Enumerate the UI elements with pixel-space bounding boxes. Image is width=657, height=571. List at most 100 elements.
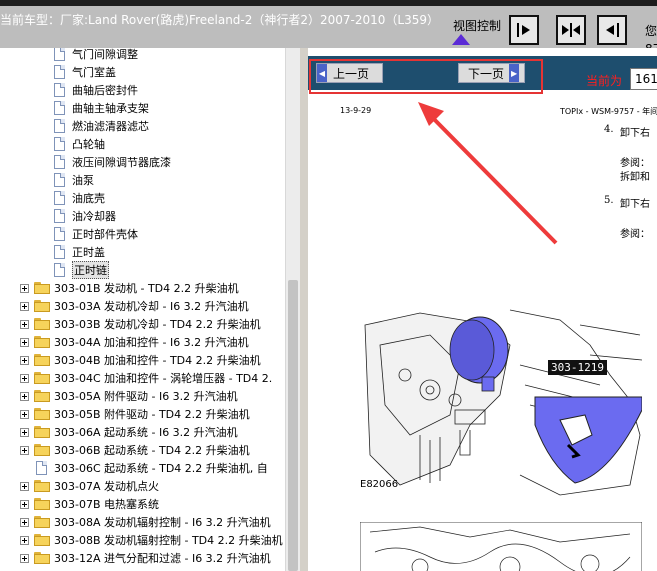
expand-icon[interactable]	[20, 319, 29, 329]
view-right-pane-button[interactable]	[509, 15, 539, 45]
tree-item[interactable]: 油底壳	[54, 189, 105, 207]
tree-item-label: 303-04C 加油和控件 - 涡轮增压器 - TD4 2.	[54, 372, 273, 385]
document-icon	[36, 461, 47, 475]
expand-icon[interactable]	[20, 535, 29, 545]
step-4-ref-text: 拆卸和	[620, 172, 650, 183]
tree-item[interactable]: 303-06A 起动系统 - I6 3.2 升汽油机	[20, 423, 238, 441]
tree-item[interactable]: 303-04C 加油和控件 - 涡轮增压器 - TD4 2.	[20, 369, 272, 387]
folder-icon	[34, 444, 50, 456]
tree-item-label: 液压间隙调节器底漆	[72, 156, 171, 169]
tree-item[interactable]: 正时部件壳体	[54, 225, 138, 243]
tree-item[interactable]: 燃油滤清器滤芯	[54, 117, 149, 135]
figure-callout-tag: 303-1219	[548, 360, 607, 375]
expand-icon[interactable]	[20, 427, 29, 437]
folder-icon	[34, 300, 50, 312]
tree-item-label: 303-05B 附件驱动 - TD4 2.2 升柴油机	[54, 408, 250, 421]
tree-item[interactable]: 303-03A 发动机冷却 - I6 3.2 升汽油机	[20, 297, 249, 315]
step-5-text: 卸下右	[620, 199, 650, 210]
expand-icon[interactable]	[20, 283, 29, 293]
expand-icon[interactable]	[20, 499, 29, 509]
tree-item-label: 303-05A 附件驱动 - I6 3.2 升汽油机	[54, 390, 238, 403]
tree-item[interactable]: 303-07B 电热塞系统	[20, 495, 159, 513]
folder-icon	[34, 390, 50, 402]
tree-item[interactable]: 303-04A 加油和控件 - I6 3.2 升汽油机	[20, 333, 249, 351]
folder-icon	[34, 318, 50, 330]
tree-item[interactable]: 303-07A 发动机点火	[20, 477, 159, 495]
page-icon	[54, 155, 65, 169]
tree-item-label: 凸轮轴	[72, 138, 105, 151]
folder-icon	[34, 534, 50, 546]
folder-icon	[34, 498, 50, 510]
view-left-pane-button[interactable]	[597, 15, 627, 45]
tree-item-label: 油底壳	[72, 192, 105, 205]
tree-item[interactable]: 油冷却器	[54, 207, 116, 225]
pane-divider[interactable]	[300, 48, 308, 571]
expand-icon[interactable]	[20, 445, 29, 455]
tree-item-label: 303-03A 发动机冷却 - I6 3.2 升汽油机	[54, 300, 249, 313]
step-4-text: 卸下右	[620, 128, 650, 139]
second-figure-partial	[360, 522, 642, 571]
view-control-arrow-icon	[452, 34, 470, 45]
doc-header-date: 13-9-29	[340, 106, 372, 115]
engine-figure	[360, 305, 642, 501]
tree-item[interactable]: 正时盖	[54, 243, 105, 261]
expand-icon[interactable]	[20, 355, 29, 365]
tree-item[interactable]: 303-12A 进气分配和过滤 - I6 3.2 升汽油机	[20, 549, 271, 567]
doc-header-title: TOPIx - WSM-9757 - 年间	[560, 107, 657, 116]
step-5-number: 5.	[604, 195, 614, 206]
folder-icon	[34, 336, 50, 348]
tree-scrollbar[interactable]	[285, 48, 300, 571]
folder-icon	[34, 408, 50, 420]
page-icon	[54, 137, 65, 151]
expand-icon[interactable]	[20, 391, 29, 401]
tree-item[interactable]: 303-06C 起动系统 - TD4 2.2 升柴油机, 自	[36, 459, 268, 477]
expand-icon[interactable]	[20, 517, 29, 527]
tree-item-label: 303-08A 发动机辐射控制 - I6 3.2 升汽油机	[54, 516, 271, 529]
current-page-field[interactable]: 161	[630, 68, 657, 90]
current-page-label: 当前为	[586, 74, 623, 88]
tree-item[interactable]: 液压间隙调节器底漆	[54, 153, 171, 171]
tree-item[interactable]: 303-05A 附件驱动 - I6 3.2 升汽油机	[20, 387, 238, 405]
tree-pane[interactable]: 气门间隙调整 气门室盖曲轴后密封件曲轴主轴承支架 燃油滤清器滤芯凸轮轴液压间隙调节器…	[0, 48, 285, 571]
tree-item[interactable]: 303-08A 发动机辐射控制 - I6 3.2 升汽油机	[20, 513, 271, 531]
top-strip	[0, 0, 657, 6]
tree-item[interactable]: 303-03B 发动机冷却 - TD4 2.2 升柴油机	[20, 315, 261, 333]
tree-item[interactable]: 曲轴后密封件	[54, 81, 138, 99]
page-icon	[54, 209, 65, 223]
expand-icon[interactable]	[20, 409, 29, 419]
folder-icon	[34, 552, 50, 564]
expand-icon[interactable]	[20, 481, 29, 491]
view-split-button[interactable]	[556, 15, 586, 45]
folder-icon	[34, 516, 50, 528]
expand-icon[interactable]	[20, 373, 29, 383]
tree-item[interactable]: 303-05B 附件驱动 - TD4 2.2 升柴油机	[20, 405, 250, 423]
expand-icon[interactable]	[20, 553, 29, 563]
tree-item[interactable]: 曲轴主轴承支架	[54, 99, 149, 117]
expand-icon[interactable]	[20, 337, 29, 347]
tree-item[interactable]: 油泵	[54, 171, 94, 189]
page-icon	[54, 65, 65, 79]
tree-item[interactable]: 凸轮轴	[54, 135, 105, 153]
tree-item-label: 303-06C 起动系统 - TD4 2.2 升柴油机, 自	[54, 462, 268, 475]
tree-item-label: 正时链	[72, 261, 109, 279]
step-5-ref-label: 参阅：	[620, 229, 650, 240]
tree-item-label: 曲轴后密封件	[72, 84, 138, 97]
expand-icon[interactable]	[20, 301, 29, 311]
tree-item[interactable]: 303-04B 加油和控件 - TD4 2.2 升柴油机	[20, 351, 261, 369]
page-icon	[54, 263, 65, 277]
tree-item[interactable]: 303-08B 发动机辐射控制 - TD4 2.2 升柴油机	[20, 531, 283, 549]
page-icon	[54, 83, 65, 97]
tree-scrollbar-thumb[interactable]	[288, 280, 298, 571]
tree-item[interactable]: 303-01B 发动机 - TD4 2.2 升柴油机	[20, 279, 239, 297]
tree-item-label: 303-08B 发动机辐射控制 - TD4 2.2 升柴油机	[54, 534, 283, 547]
tree-item[interactable]: 正时链	[54, 261, 109, 279]
tree-item[interactable]: 气门间隙调整	[54, 48, 138, 63]
tree-item[interactable]: 气门室盖	[54, 63, 116, 81]
step-4-number: 4.	[604, 124, 614, 135]
tree-item-label: 303-07B 电热塞系统	[54, 498, 160, 511]
current-vehicle-label: 当前车型：厂家:Land Rover(路虎)Freeland-2（神行者2）20…	[0, 13, 440, 27]
tree-item-label: 油冷却器	[72, 210, 116, 223]
tree-item[interactable]: 303-06B 起动系统 - TD4 2.2 升柴油机	[20, 441, 250, 459]
tree-item-label: 303-04A 加油和控件 - I6 3.2 升汽油机	[54, 336, 249, 349]
page-icon	[54, 191, 65, 205]
